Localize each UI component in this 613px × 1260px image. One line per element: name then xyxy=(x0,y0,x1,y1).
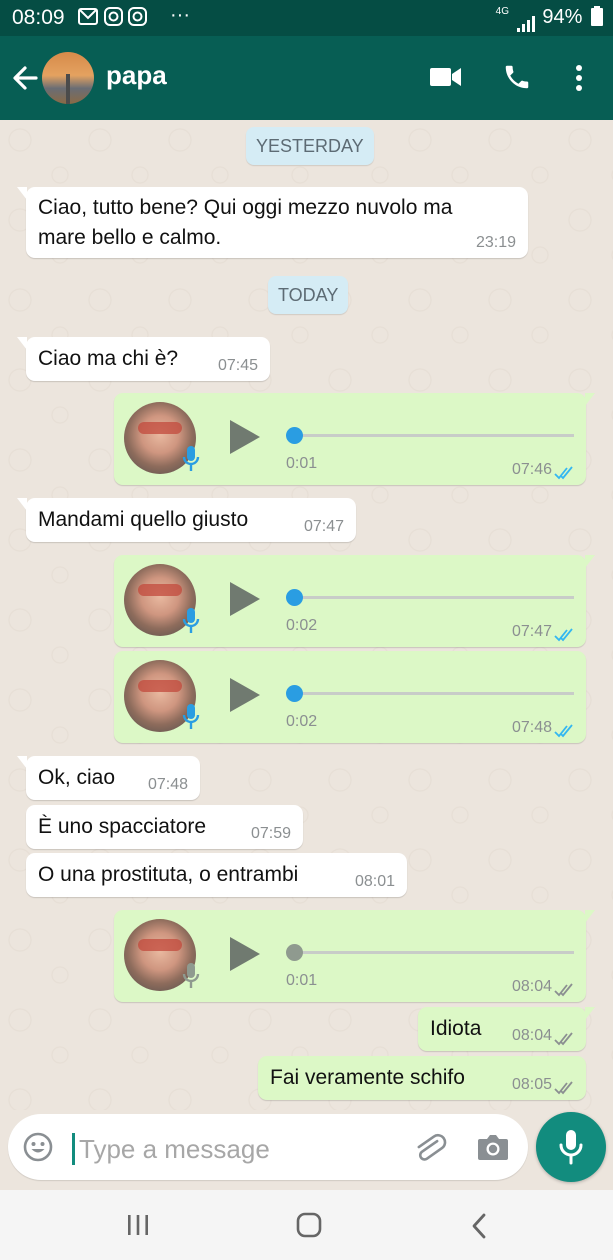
message-time: 08:01 xyxy=(354,873,395,890)
system-navigation-bar xyxy=(0,1190,613,1260)
battery-percent: 94% xyxy=(542,6,583,28)
message-time: 23:19 xyxy=(475,234,516,251)
battery-level: 94% xyxy=(542,6,603,29)
audio-progress-track[interactable] xyxy=(294,692,574,695)
chat-header: papa xyxy=(0,36,613,120)
voice-duration: 0:01 xyxy=(286,972,318,989)
play-icon[interactable] xyxy=(228,676,262,714)
message-time: 07:47 xyxy=(511,623,552,640)
voice-message-outgoing[interactable]: 0:01 07:46 xyxy=(114,393,595,485)
play-icon[interactable] xyxy=(228,580,262,618)
video-call-icon[interactable] xyxy=(430,66,462,88)
message-text: Fai veramente schifo xyxy=(270,1066,465,1089)
back-arrow-icon[interactable] xyxy=(10,58,42,98)
mic-icon xyxy=(182,446,200,471)
audio-progress-track[interactable] xyxy=(294,434,574,437)
message-time: 07:47 xyxy=(303,518,344,535)
message-time: 07:48 xyxy=(511,719,552,736)
emoji-icon[interactable] xyxy=(22,1131,54,1163)
delivered-receipt-icon xyxy=(554,983,573,997)
voice-message-outgoing[interactable]: 0:02 07:48 xyxy=(114,651,586,743)
message-text: Mandami quello giusto xyxy=(38,508,249,531)
message-text: O una prostituta, o entrambi xyxy=(38,863,299,886)
play-icon[interactable] xyxy=(228,935,262,973)
contact-avatar[interactable] xyxy=(42,52,94,104)
date-chip-today: TODAY xyxy=(268,276,349,314)
read-receipt-icon xyxy=(554,724,573,738)
voice-duration: 0:02 xyxy=(286,713,318,730)
message-time: 08:04 xyxy=(511,978,552,995)
battery-icon xyxy=(591,6,603,26)
contact-name[interactable]: papa xyxy=(106,60,167,91)
message-time: 07:59 xyxy=(250,825,291,842)
message-text: Ok, ciao xyxy=(38,766,116,789)
audio-progress-handle[interactable] xyxy=(286,685,303,702)
camera-icon[interactable] xyxy=(477,1132,509,1162)
message-outgoing[interactable]: Idiota 08:04 xyxy=(418,1007,595,1051)
voice-message-outgoing[interactable]: 0:01 08:04 xyxy=(114,910,595,1002)
more-notifications-icon: ··· xyxy=(170,4,190,26)
chat-area[interactable]: YESTERDAY Ciao, tutto bene? Qui oggi mez… xyxy=(0,120,613,1110)
message-text: Ciao, tutto bene? Qui oggi mezzo nuvolo … xyxy=(38,193,452,253)
message-incoming[interactable]: Ok, ciao 07:48 xyxy=(17,756,200,800)
delivered-receipt-icon xyxy=(554,1081,573,1095)
voice-message-outgoing[interactable]: 0:02 07:47 xyxy=(114,555,595,647)
message-incoming[interactable]: Ciao, tutto bene? Qui oggi mezzo nuvolo … xyxy=(17,187,528,258)
message-time: 08:05 xyxy=(511,1076,552,1093)
delivered-receipt-icon xyxy=(554,1032,573,1046)
date-chip-yesterday: YESTERDAY xyxy=(246,127,374,165)
read-receipt-icon xyxy=(554,466,573,480)
recent-apps-icon[interactable] xyxy=(126,1214,150,1236)
microphone-icon xyxy=(559,1130,583,1165)
message-composer xyxy=(8,1114,528,1180)
notification-icons xyxy=(78,6,148,33)
play-icon[interactable] xyxy=(228,418,262,456)
back-nav-icon[interactable] xyxy=(470,1212,488,1240)
record-voice-button[interactable] xyxy=(536,1112,606,1182)
message-incoming[interactable]: Mandami quello giusto 07:47 xyxy=(17,498,356,542)
message-text-line-2: mare bello e calmo. xyxy=(38,226,222,249)
mic-icon xyxy=(182,963,200,988)
message-time: 08:04 xyxy=(511,1027,552,1044)
message-incoming[interactable]: È uno spacciatore 07:59 xyxy=(26,805,303,849)
audio-progress-handle[interactable] xyxy=(286,589,303,606)
composer-bar xyxy=(0,1110,613,1190)
audio-progress-track[interactable] xyxy=(294,596,574,599)
message-incoming[interactable]: O una prostituta, o entrambi 08:01 xyxy=(26,853,407,897)
attachment-icon[interactable] xyxy=(412,1130,448,1164)
message-input[interactable] xyxy=(72,1133,401,1165)
signal-icon xyxy=(515,8,535,32)
audio-progress-handle[interactable] xyxy=(286,427,303,444)
message-text: È uno spacciatore xyxy=(38,815,207,838)
status-time: 08:09 xyxy=(12,6,65,29)
mic-icon xyxy=(182,704,200,729)
voice-duration: 0:02 xyxy=(286,617,318,634)
voice-duration: 0:01 xyxy=(286,455,318,472)
message-text: Idiota xyxy=(430,1017,482,1040)
status-bar: 08:09 ··· 4G 94% xyxy=(0,0,613,36)
more-options-icon[interactable] xyxy=(572,64,586,92)
message-time: 07:46 xyxy=(511,461,552,478)
mic-icon xyxy=(182,608,200,633)
gmail-instagram-icons xyxy=(78,7,147,26)
home-icon[interactable] xyxy=(296,1212,322,1238)
message-incoming[interactable]: Ciao ma chi è? 07:45 xyxy=(17,337,270,381)
audio-progress-handle[interactable] xyxy=(286,944,303,961)
audio-progress-track[interactable] xyxy=(294,951,574,954)
message-time: 07:48 xyxy=(147,776,188,793)
message-text: Ciao ma chi è? xyxy=(38,347,179,370)
voice-call-icon[interactable] xyxy=(502,62,532,92)
message-outgoing[interactable]: Fai veramente schifo 08:05 xyxy=(258,1056,586,1100)
read-receipt-icon xyxy=(554,628,573,642)
network-type: 4G xyxy=(495,6,509,17)
message-text-line-1: Ciao, tutto bene? Qui oggi mezzo nuvolo … xyxy=(38,196,453,219)
message-time: 07:45 xyxy=(217,357,258,374)
